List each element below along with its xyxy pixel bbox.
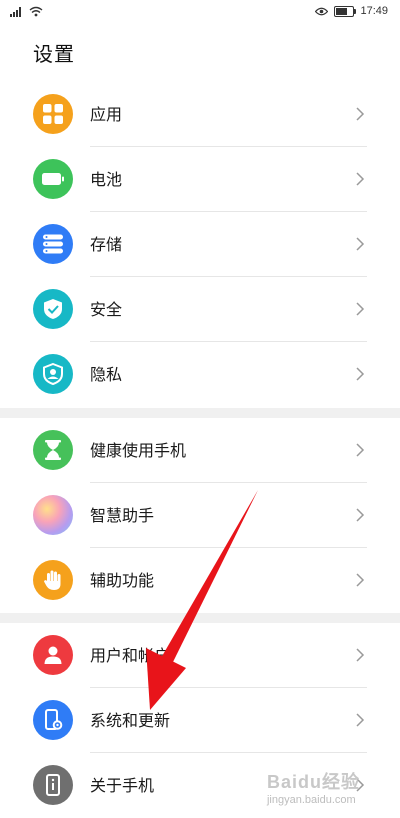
wifi-icon xyxy=(29,6,43,17)
hourglass-icon xyxy=(33,430,73,470)
settings-item-system-updates[interactable]: 系统和更新 xyxy=(0,688,400,753)
settings-item-label: 用户和帐户 xyxy=(90,646,171,665)
settings-item-storage[interactable]: 存储 xyxy=(0,212,400,277)
chevron-right-icon xyxy=(356,367,365,381)
watermark-url: jingyan.baidu.com xyxy=(266,794,356,806)
settings-item-label: 应用 xyxy=(90,105,123,124)
privacy-shield-icon xyxy=(33,354,73,394)
phone-settings-icon xyxy=(33,700,73,740)
chevron-right-icon xyxy=(356,508,365,522)
chevron-right-icon xyxy=(356,107,365,121)
phone-info-icon xyxy=(33,765,73,805)
settings-item-label: 智慧助手 xyxy=(90,506,155,525)
apps-grid-icon xyxy=(33,94,73,134)
settings-item-apps[interactable]: 应用 xyxy=(0,82,400,147)
chevron-right-icon xyxy=(356,302,365,316)
section-gap xyxy=(0,408,400,418)
battery-status-icon xyxy=(334,5,357,17)
status-right: 17:49 xyxy=(315,5,388,17)
chevron-right-icon xyxy=(356,648,365,662)
settings-item-label: 存储 xyxy=(90,235,123,254)
settings-item-label: 健康使用手机 xyxy=(90,441,187,460)
settings-item-label: 电池 xyxy=(90,170,123,189)
page-title: 设置 xyxy=(33,42,75,66)
settings-item-digital-balance[interactable]: 健康使用手机 xyxy=(0,418,400,483)
settings-item-label: 隐私 xyxy=(90,365,123,384)
settings-item-label: 系统和更新 xyxy=(90,711,171,730)
chevron-right-icon xyxy=(356,573,365,587)
smart-assistant-icon xyxy=(33,495,73,535)
chevron-right-icon xyxy=(356,713,365,727)
settings-group-2: 健康使用手机 智慧助手 辅助功能 xyxy=(0,418,400,613)
shield-check-icon xyxy=(33,289,73,329)
watermark-logo-text: Baidu经验 xyxy=(266,772,360,792)
chevron-right-icon xyxy=(356,237,365,251)
hand-icon xyxy=(33,560,73,600)
eye-icon xyxy=(315,7,329,15)
storage-icon xyxy=(33,224,73,264)
settings-item-label: 关于手机 xyxy=(90,776,155,795)
signal-icon xyxy=(10,7,21,17)
baidu-watermark: Baidu经验 jingyan.baidu.com xyxy=(267,768,360,806)
settings-item-battery[interactable]: 电池 xyxy=(0,147,400,212)
settings-group-1: 应用 电池 存储 安全 隐私 xyxy=(0,82,400,407)
settings-item-label: 辅助功能 xyxy=(90,571,155,590)
settings-item-smart-assistant[interactable]: 智慧助手 xyxy=(0,483,400,548)
user-icon xyxy=(33,635,73,675)
settings-item-privacy[interactable]: 隐私 xyxy=(0,342,400,407)
chevron-right-icon xyxy=(356,443,365,457)
settings-item-security[interactable]: 安全 xyxy=(0,277,400,342)
settings-item-accessibility[interactable]: 辅助功能 xyxy=(0,548,400,613)
status-time: 17:49 xyxy=(360,5,388,17)
chevron-right-icon xyxy=(356,172,365,186)
section-gap xyxy=(0,613,400,623)
settings-item-label: 安全 xyxy=(90,300,123,319)
status-bar: 17:49 xyxy=(0,0,400,26)
battery-icon xyxy=(33,159,73,199)
status-left xyxy=(10,6,43,17)
settings-item-users-accounts[interactable]: 用户和帐户 xyxy=(0,623,400,688)
